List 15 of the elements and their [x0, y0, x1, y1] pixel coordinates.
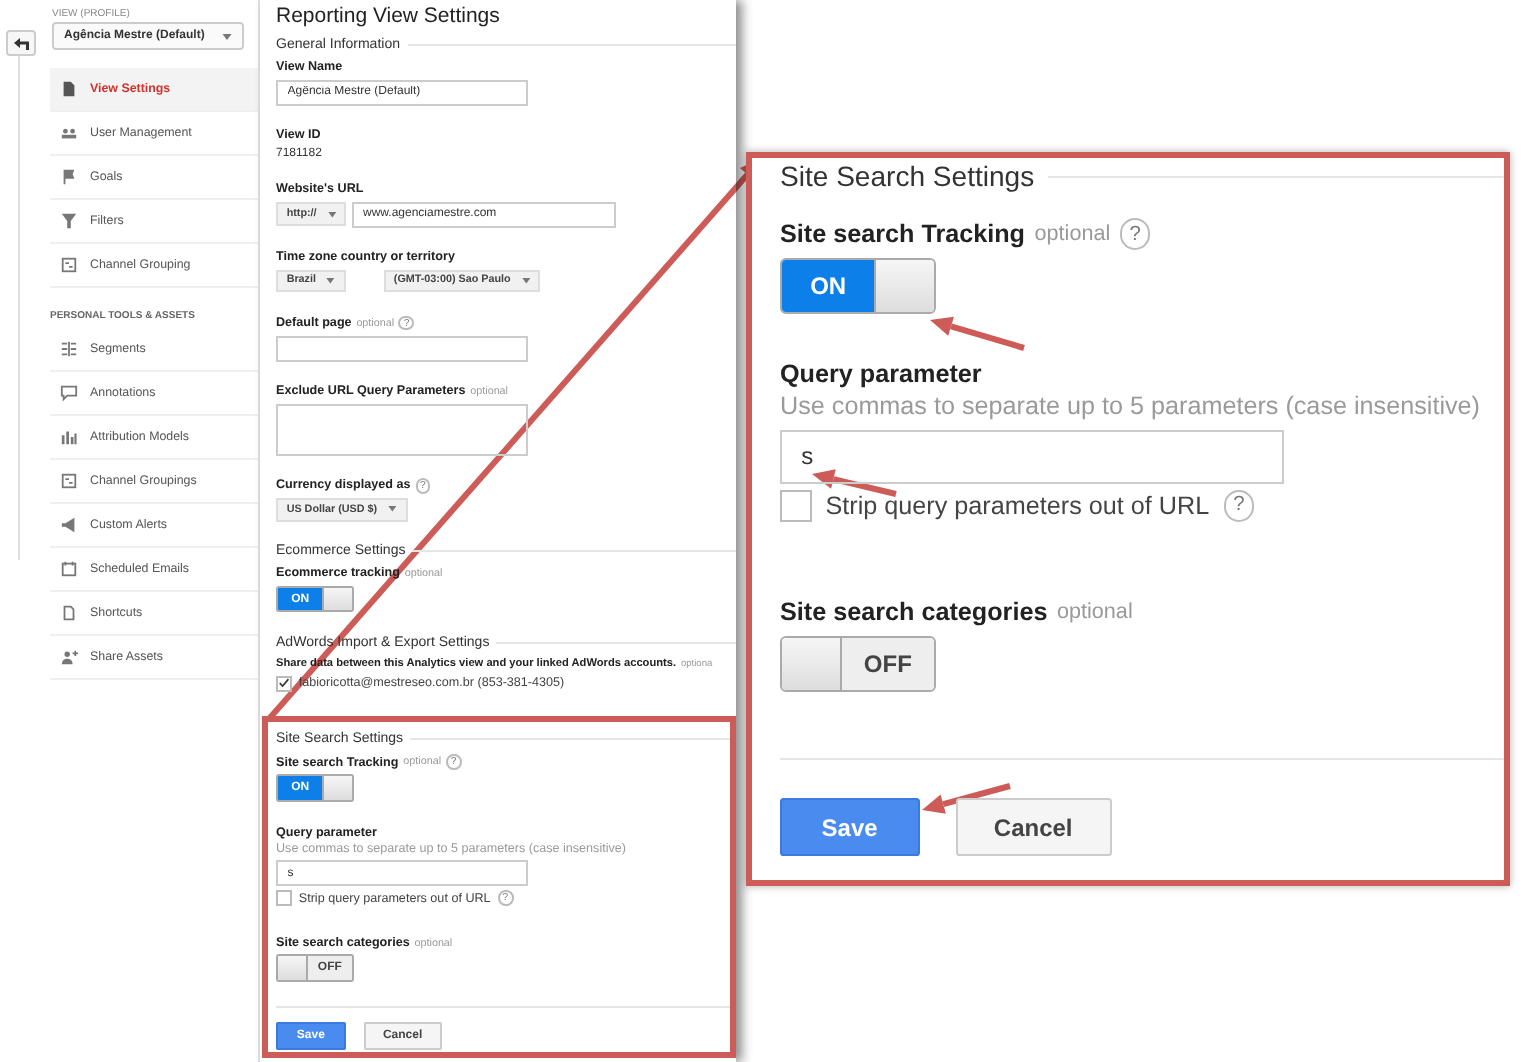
- toggle-switch[interactable]: ON: [780, 258, 936, 315]
- text-field[interactable]: s: [780, 430, 1284, 484]
- toggle-switch[interactable]: OFF: [780, 635, 936, 692]
- field-label: Query parameter: [780, 359, 982, 388]
- field-label: Site search Tracking: [780, 220, 1025, 249]
- optional-note: optional: [1057, 600, 1133, 625]
- help-icon[interactable]: ?: [1119, 218, 1151, 250]
- field-label: Site search categories: [780, 598, 1048, 627]
- optional-note: optional: [1034, 222, 1111, 247]
- section-heading: Site Search Settings: [780, 160, 1035, 193]
- page-title: Reporting View Settings: [276, 4, 502, 28]
- checkbox-label: Strip query parameters out of URL: [825, 491, 1210, 520]
- cancel-button[interactable]: Cancel: [955, 798, 1112, 857]
- field-hint: Use commas to separate up to 5 parameters (case insensitive): [780, 392, 1482, 421]
- help-icon[interactable]: ?: [1223, 490, 1255, 522]
